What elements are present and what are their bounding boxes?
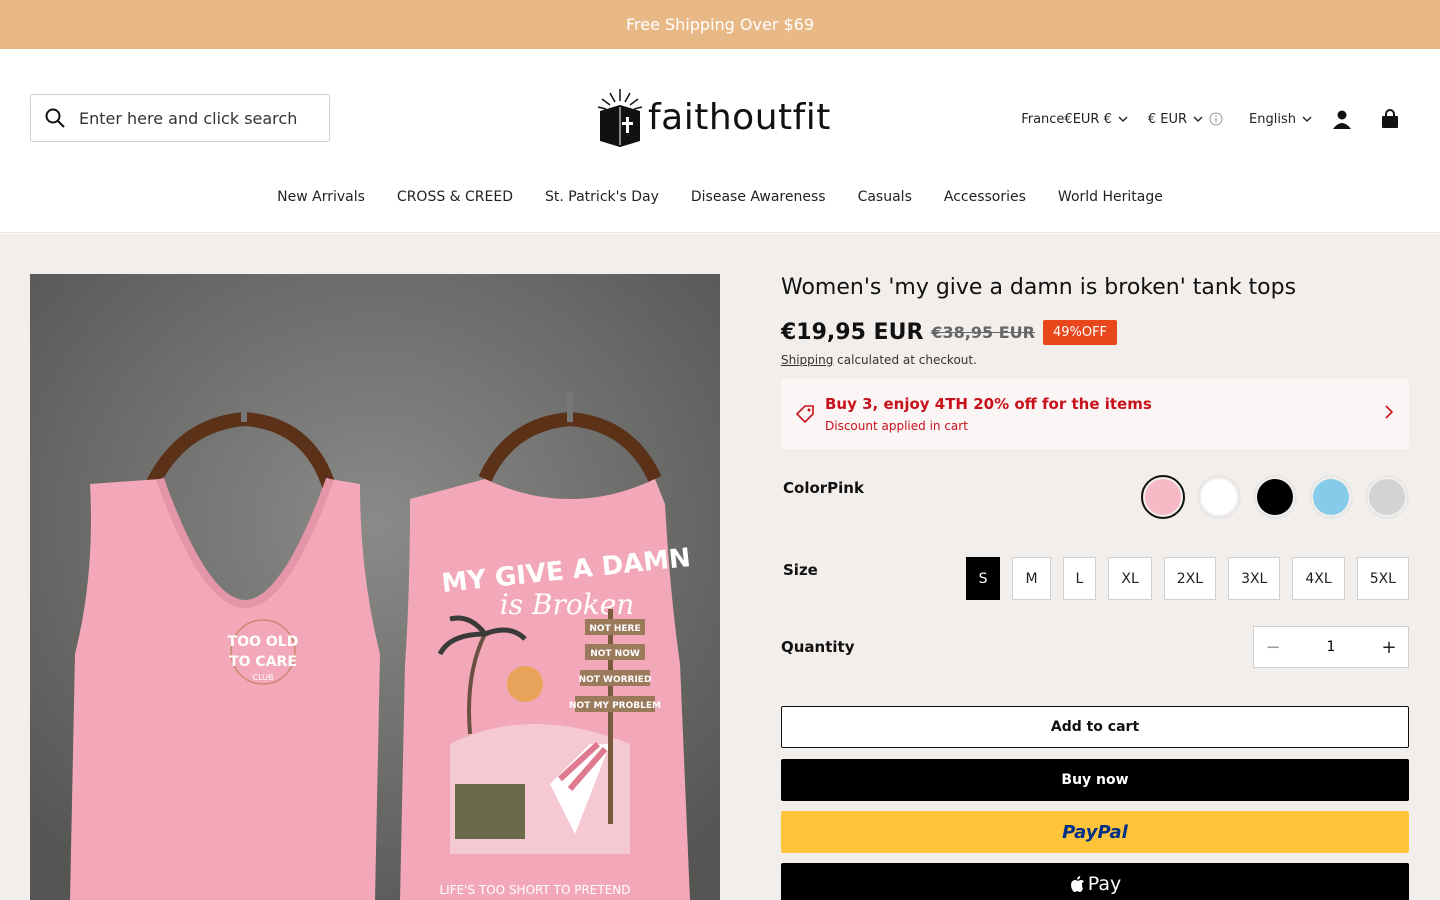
compare-price: €38,95 EUR	[931, 323, 1035, 342]
chevron-down-icon	[1118, 116, 1128, 122]
quantity-increase-button[interactable]: +	[1380, 637, 1398, 658]
product-page: TOO OLD TO CARE CLUB MY GIVE A DAMN is B…	[0, 234, 1440, 900]
main-nav: New Arrivals CROSS & CREED St. Patrick's…	[0, 189, 1440, 215]
search-icon[interactable]	[45, 108, 65, 128]
cart-icon[interactable]	[1378, 107, 1402, 131]
currency-label: € EUR	[1147, 111, 1188, 127]
size-4xl[interactable]: 4XL	[1292, 557, 1345, 600]
back-print-sub: is Broken	[500, 588, 635, 621]
front-print-line1: TOO OLD	[228, 634, 299, 650]
nav-item-world-heritage[interactable]: World Heritage	[1058, 189, 1163, 215]
buy-now-button[interactable]: Buy now	[781, 759, 1409, 801]
language-label: English	[1249, 111, 1296, 127]
chevron-down-icon	[1302, 116, 1312, 122]
quantity-decrease-button[interactable]: −	[1264, 637, 1282, 658]
header-utilities: France€EUR € € EUR English	[1021, 105, 1402, 133]
country-selector[interactable]: France€EUR €	[1021, 112, 1128, 127]
promo-banner[interactable]: Buy 3, enjoy 4TH 20% off for the items D…	[781, 379, 1409, 449]
sign-4: NOT MY PROBLEM	[569, 701, 661, 711]
size-5xl[interactable]: 5XL	[1356, 557, 1409, 600]
size-2xl[interactable]: 2XL	[1163, 557, 1217, 600]
search-input[interactable]	[79, 108, 309, 128]
nav-item-disease-awareness[interactable]: Disease Awareness	[691, 189, 826, 215]
quantity-row: Quantity − +	[781, 626, 1409, 668]
info-icon[interactable]	[1209, 112, 1223, 126]
swatch-light-gray[interactable]	[1365, 475, 1409, 519]
sale-price: €19,95 EUR	[781, 320, 924, 345]
site-header: faithoutfit France€EUR € € EUR English N…	[0, 49, 1440, 233]
logo-text: faithoutfit	[648, 96, 831, 138]
back-print-tagline: LIFE'S TOO SHORT TO PRETEND	[439, 883, 630, 897]
quantity-label: Quantity	[781, 638, 855, 656]
size-3xl[interactable]: 3XL	[1228, 557, 1281, 600]
size-xl[interactable]: XL	[1108, 557, 1152, 600]
bible-logo-icon	[597, 89, 643, 147]
tank-tops-illustration: TOO OLD TO CARE CLUB MY GIVE A DAMN is B…	[30, 274, 720, 900]
price-row: €19,95 EUR €38,95 EUR 49%OFF	[781, 320, 1409, 345]
discount-badge: 49%OFF	[1042, 320, 1118, 345]
quantity-stepper: − +	[1253, 626, 1409, 668]
apple-pay-label: Pay	[1087, 873, 1122, 895]
sign-1: NOT HERE	[589, 624, 640, 634]
country-label: France€EUR €	[1021, 111, 1112, 127]
size-l[interactable]: L	[1062, 557, 1097, 600]
sign-3: NOT WORRIED	[579, 675, 652, 685]
swatch-black[interactable]	[1253, 475, 1297, 519]
color-swatches	[1141, 475, 1409, 519]
nav-item-accessories[interactable]: Accessories	[944, 189, 1026, 215]
size-label: Size	[783, 561, 818, 579]
apple-icon	[1070, 876, 1084, 892]
size-option-row: Size S M L XL 2XL 3XL 4XL 5XL	[781, 557, 1409, 600]
color-option-row: ColorPink	[781, 475, 1409, 519]
shipping-text: calculated at checkout.	[833, 353, 977, 367]
nav-item-new-arrivals[interactable]: New Arrivals	[277, 189, 365, 215]
search-box[interactable]	[30, 94, 330, 142]
nav-item-st-patricks-day[interactable]: St. Patrick's Day	[545, 189, 659, 215]
site-logo[interactable]: faithoutfit	[596, 85, 846, 149]
promo-subtitle: Discount applied in cart	[825, 419, 968, 433]
size-options: S M L XL 2XL 3XL 4XL 5XL	[965, 557, 1409, 600]
currency-selector[interactable]: € EUR	[1148, 112, 1223, 127]
announcement-text: Free Shipping Over $69	[625, 15, 815, 34]
swatch-light-blue[interactable]	[1309, 475, 1353, 519]
size-s[interactable]: S	[965, 557, 1001, 600]
account-icon[interactable]	[1330, 107, 1354, 131]
shipping-note: Shipping calculated at checkout.	[781, 353, 1409, 367]
nav-item-cross-creed[interactable]: CROSS & CREED	[397, 189, 513, 215]
promo-title: Buy 3, enjoy 4TH 20% off for the items	[825, 395, 1152, 413]
swatch-pink[interactable]	[1141, 475, 1185, 519]
size-m[interactable]: M	[1012, 557, 1051, 600]
add-to-cart-button[interactable]: Add to cart	[781, 706, 1409, 748]
color-label: ColorPink	[781, 479, 864, 497]
chevron-right-icon	[1385, 405, 1394, 419]
front-print-line2: TO CARE	[229, 654, 297, 670]
color-label-text: Color	[783, 479, 828, 497]
color-value: Pink	[827, 479, 864, 497]
shipping-link[interactable]: Shipping	[781, 353, 833, 367]
tag-icon	[795, 405, 814, 424]
paypal-button[interactable]: PayPal	[781, 811, 1409, 853]
quantity-input[interactable]	[1301, 639, 1361, 655]
announcement-bar: Free Shipping Over $69	[0, 0, 1440, 49]
product-image[interactable]: TOO OLD TO CARE CLUB MY GIVE A DAMN is B…	[30, 274, 720, 900]
front-print-line3: CLUB	[253, 673, 274, 682]
nav-item-casuals[interactable]: Casuals	[858, 189, 912, 215]
sign-2: NOT NOW	[590, 649, 640, 659]
apple-pay-button[interactable]: Pay	[781, 863, 1409, 900]
product-title: Women's 'my give a damn is broken' tank …	[781, 275, 1297, 300]
chevron-down-icon	[1193, 116, 1203, 122]
swatch-white[interactable]	[1197, 475, 1241, 519]
language-selector[interactable]: English	[1249, 112, 1312, 127]
product-info: Women's 'my give a damn is broken' tank …	[781, 274, 1409, 900]
